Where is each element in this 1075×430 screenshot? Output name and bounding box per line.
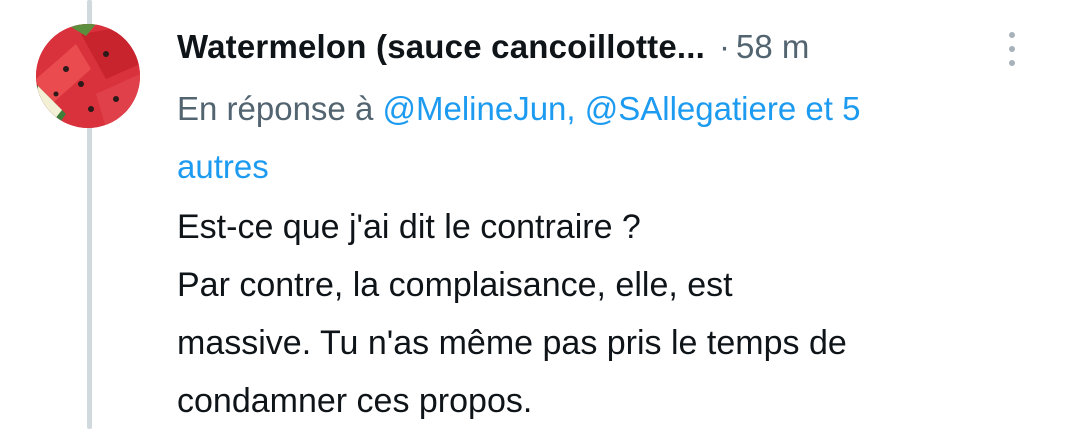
more-dot	[1009, 32, 1015, 38]
reply-prefix: En réponse à	[177, 90, 374, 127]
tweet-text-line: Est-ce que j'ai dit le contraire ?	[177, 208, 641, 246]
watermelon-avatar-image	[36, 24, 140, 128]
tweet-header: Watermelon (sauce cancoillotte... · 58 m	[177, 24, 1051, 70]
timestamp[interactable]: 58 m	[736, 28, 809, 66]
reply-to-line: En réponse à @MelineJun, @SAllegatiere e…	[177, 80, 1041, 196]
author-name[interactable]: Watermelon (sauce cancoillotte...	[177, 28, 705, 66]
more-dot	[1009, 46, 1015, 52]
avatar[interactable]	[36, 24, 140, 128]
tweet-text-line: Par contre, la complaisance, elle, est	[177, 266, 733, 304]
tweet-text-line: massive. Tu n'as même pas pris le temps …	[177, 324, 847, 362]
reply-others-link-continued[interactable]: autres	[177, 148, 269, 185]
separator-dot: ·	[719, 28, 731, 65]
reply-others-link[interactable]: et 5	[805, 90, 860, 127]
tweet-text: Est-ce que j'ai dit le contraire ? Par c…	[177, 198, 1021, 430]
more-dot	[1009, 60, 1015, 66]
mention-link[interactable]: @MelineJun,	[382, 90, 575, 127]
more-vertical-icon[interactable]	[997, 32, 1027, 66]
tweet-text-line: condamner ces propos.	[177, 382, 533, 420]
mention-link[interactable]: @SAllegatiere	[585, 90, 796, 127]
